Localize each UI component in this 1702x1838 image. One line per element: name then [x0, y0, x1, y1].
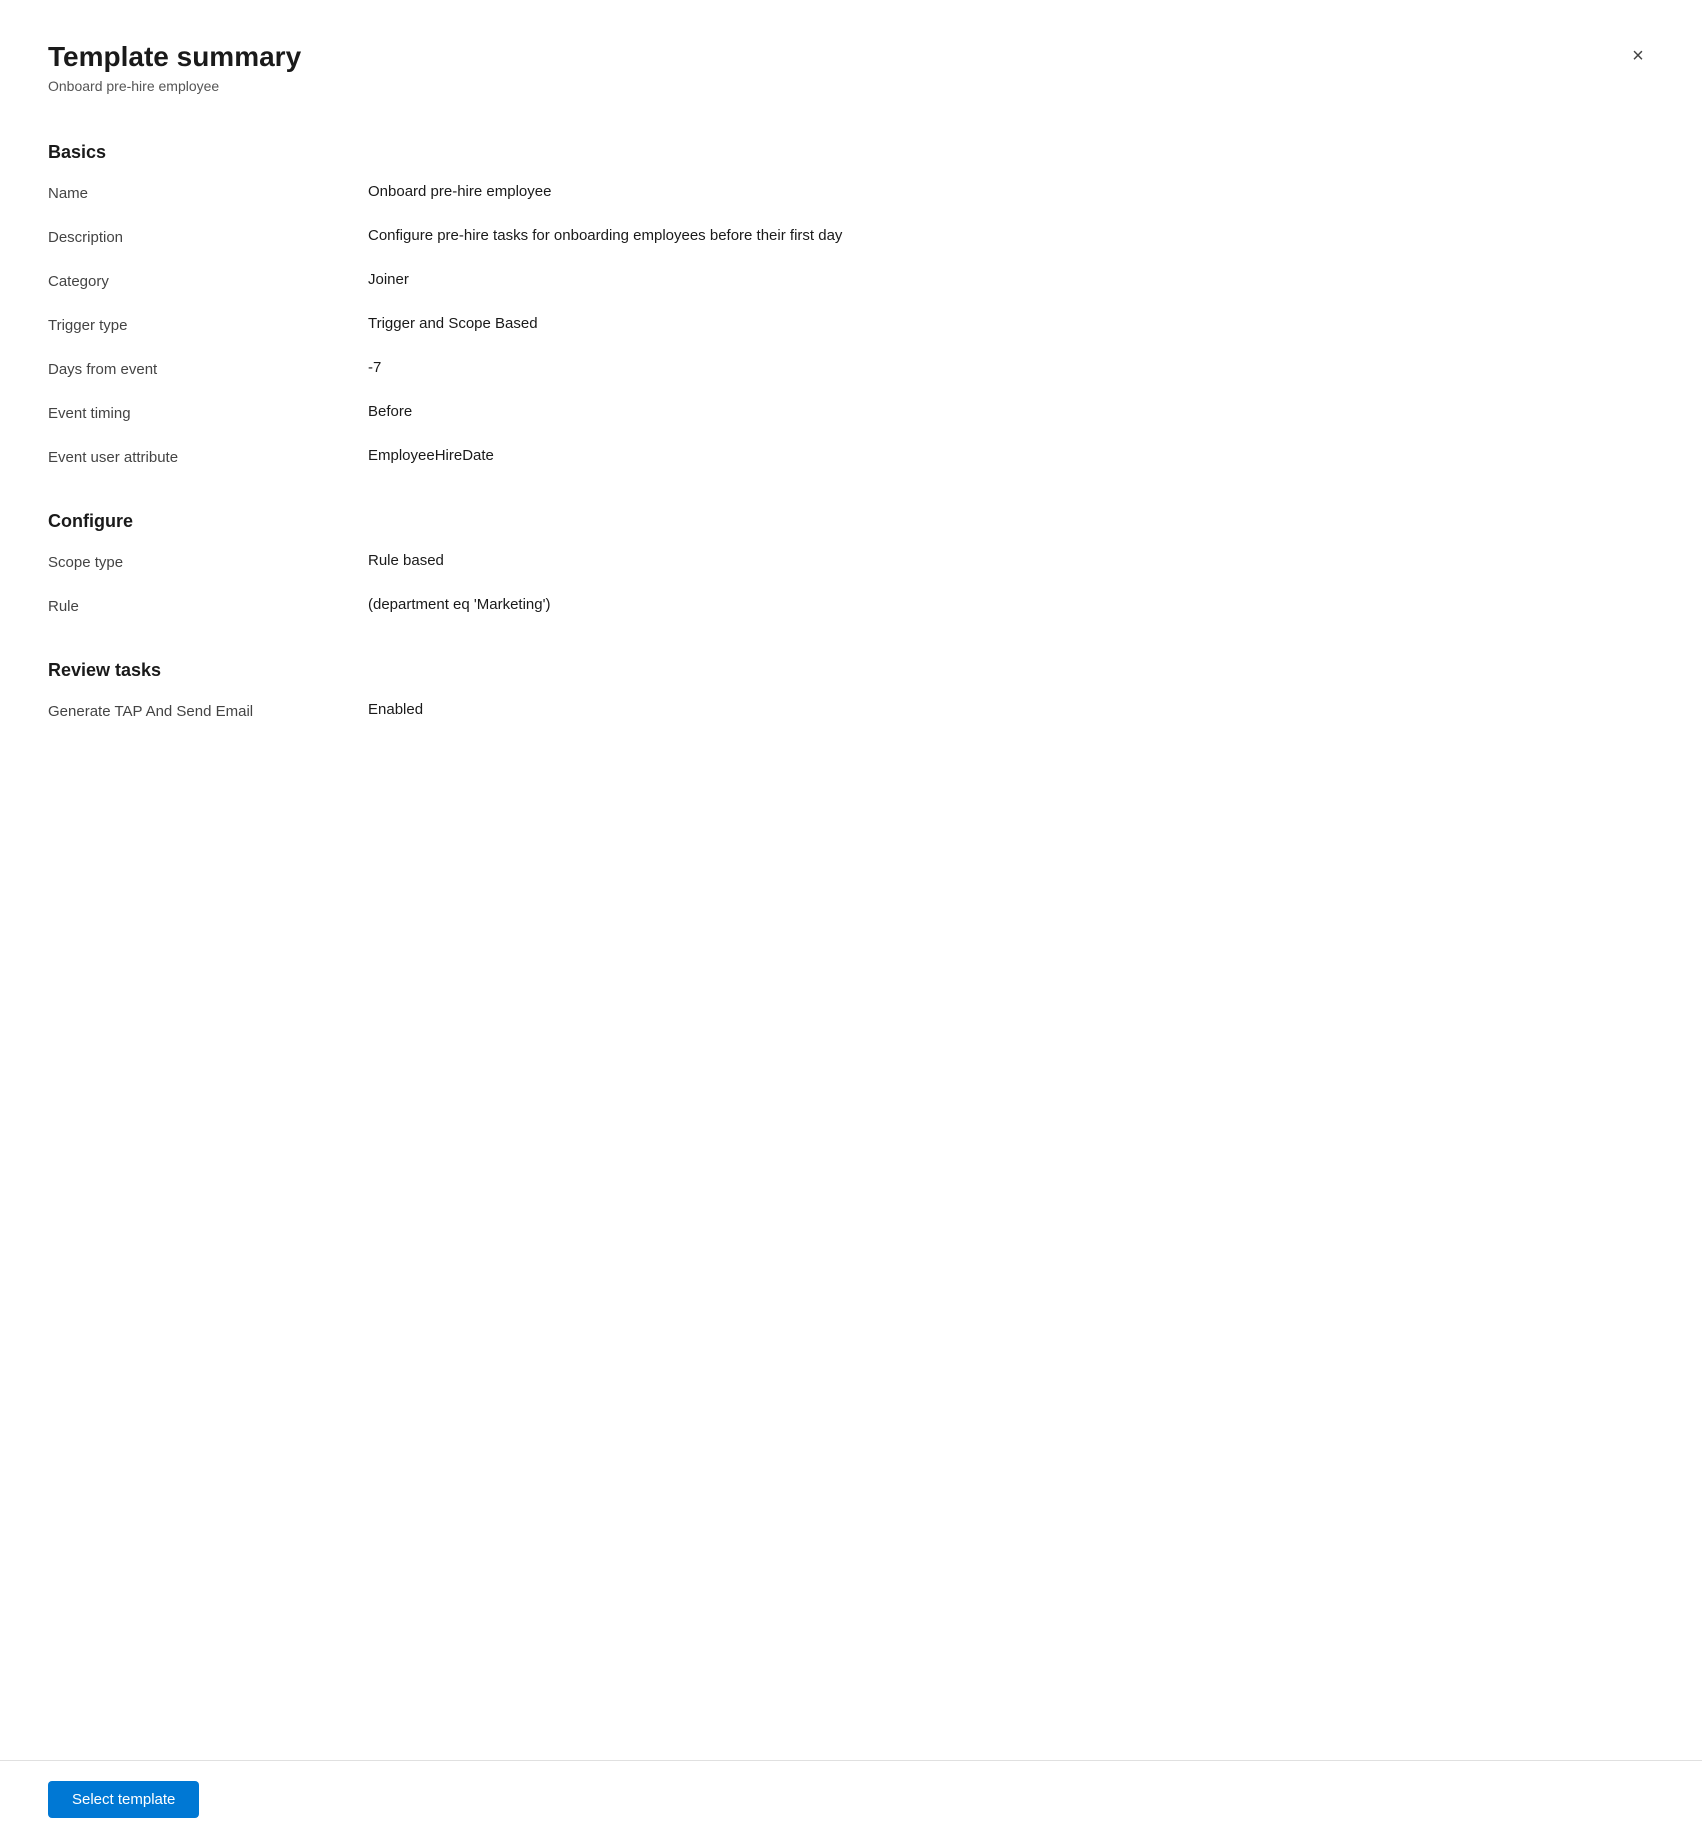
template-summary-panel: Template summary Onboard pre-hire employ… [0, 0, 1702, 1838]
field-row-generate-tap: Generate TAP And Send Email Enabled [48, 701, 1654, 729]
field-label-category: Category [48, 271, 368, 290]
field-row-days-from-event: Days from event -7 [48, 359, 1654, 387]
field-value-days-from-event: -7 [368, 359, 1654, 376]
field-row-event-user-attribute: Event user attribute EmployeeHireDate [48, 447, 1654, 475]
field-label-trigger-type: Trigger type [48, 315, 368, 334]
field-row-description: Description Configure pre-hire tasks for… [48, 227, 1654, 255]
header-text: Template summary Onboard pre-hire employ… [48, 40, 301, 94]
field-value-generate-tap: Enabled [368, 701, 1654, 718]
field-value-event-timing: Before [368, 403, 1654, 420]
select-template-button[interactable]: Select template [48, 1781, 199, 1818]
review-tasks-section-title: Review tasks [48, 660, 1654, 681]
field-label-days-from-event: Days from event [48, 359, 368, 378]
field-value-name: Onboard pre-hire employee [368, 183, 1654, 200]
configure-section-title: Configure [48, 511, 1654, 532]
basics-section: Basics Name Onboard pre-hire employee De… [48, 142, 1654, 475]
field-value-trigger-type: Trigger and Scope Based [368, 315, 1654, 332]
field-label-event-user-attribute: Event user attribute [48, 447, 368, 466]
field-label-event-timing: Event timing [48, 403, 368, 422]
close-icon: × [1632, 45, 1644, 68]
basics-section-title: Basics [48, 142, 1654, 163]
review-tasks-section: Review tasks Generate TAP And Send Email… [48, 660, 1654, 729]
field-value-rule: (department eq 'Marketing') [368, 596, 1654, 613]
field-label-scope-type: Scope type [48, 552, 368, 571]
panel-subtitle: Onboard pre-hire employee [48, 78, 301, 94]
field-value-category: Joiner [368, 271, 1654, 288]
field-row-event-timing: Event timing Before [48, 403, 1654, 431]
field-row-name: Name Onboard pre-hire employee [48, 183, 1654, 211]
panel-title: Template summary [48, 40, 301, 74]
field-label-name: Name [48, 183, 368, 202]
field-label-rule: Rule [48, 596, 368, 615]
field-value-event-user-attribute: EmployeeHireDate [368, 447, 1654, 464]
field-row-category: Category Joiner [48, 271, 1654, 299]
footer: Select template [0, 1760, 1702, 1838]
field-row-scope-type: Scope type Rule based [48, 552, 1654, 580]
field-label-description: Description [48, 227, 368, 246]
configure-section: Configure Scope type Rule based Rule (de… [48, 511, 1654, 624]
field-value-description: Configure pre-hire tasks for onboarding … [368, 227, 1654, 244]
field-row-rule: Rule (department eq 'Marketing') [48, 596, 1654, 624]
field-row-trigger-type: Trigger type Trigger and Scope Based [48, 315, 1654, 343]
close-button[interactable]: × [1622, 40, 1654, 72]
field-value-scope-type: Rule based [368, 552, 1654, 569]
panel-header: Template summary Onboard pre-hire employ… [48, 40, 1654, 94]
field-label-generate-tap: Generate TAP And Send Email [48, 701, 368, 720]
